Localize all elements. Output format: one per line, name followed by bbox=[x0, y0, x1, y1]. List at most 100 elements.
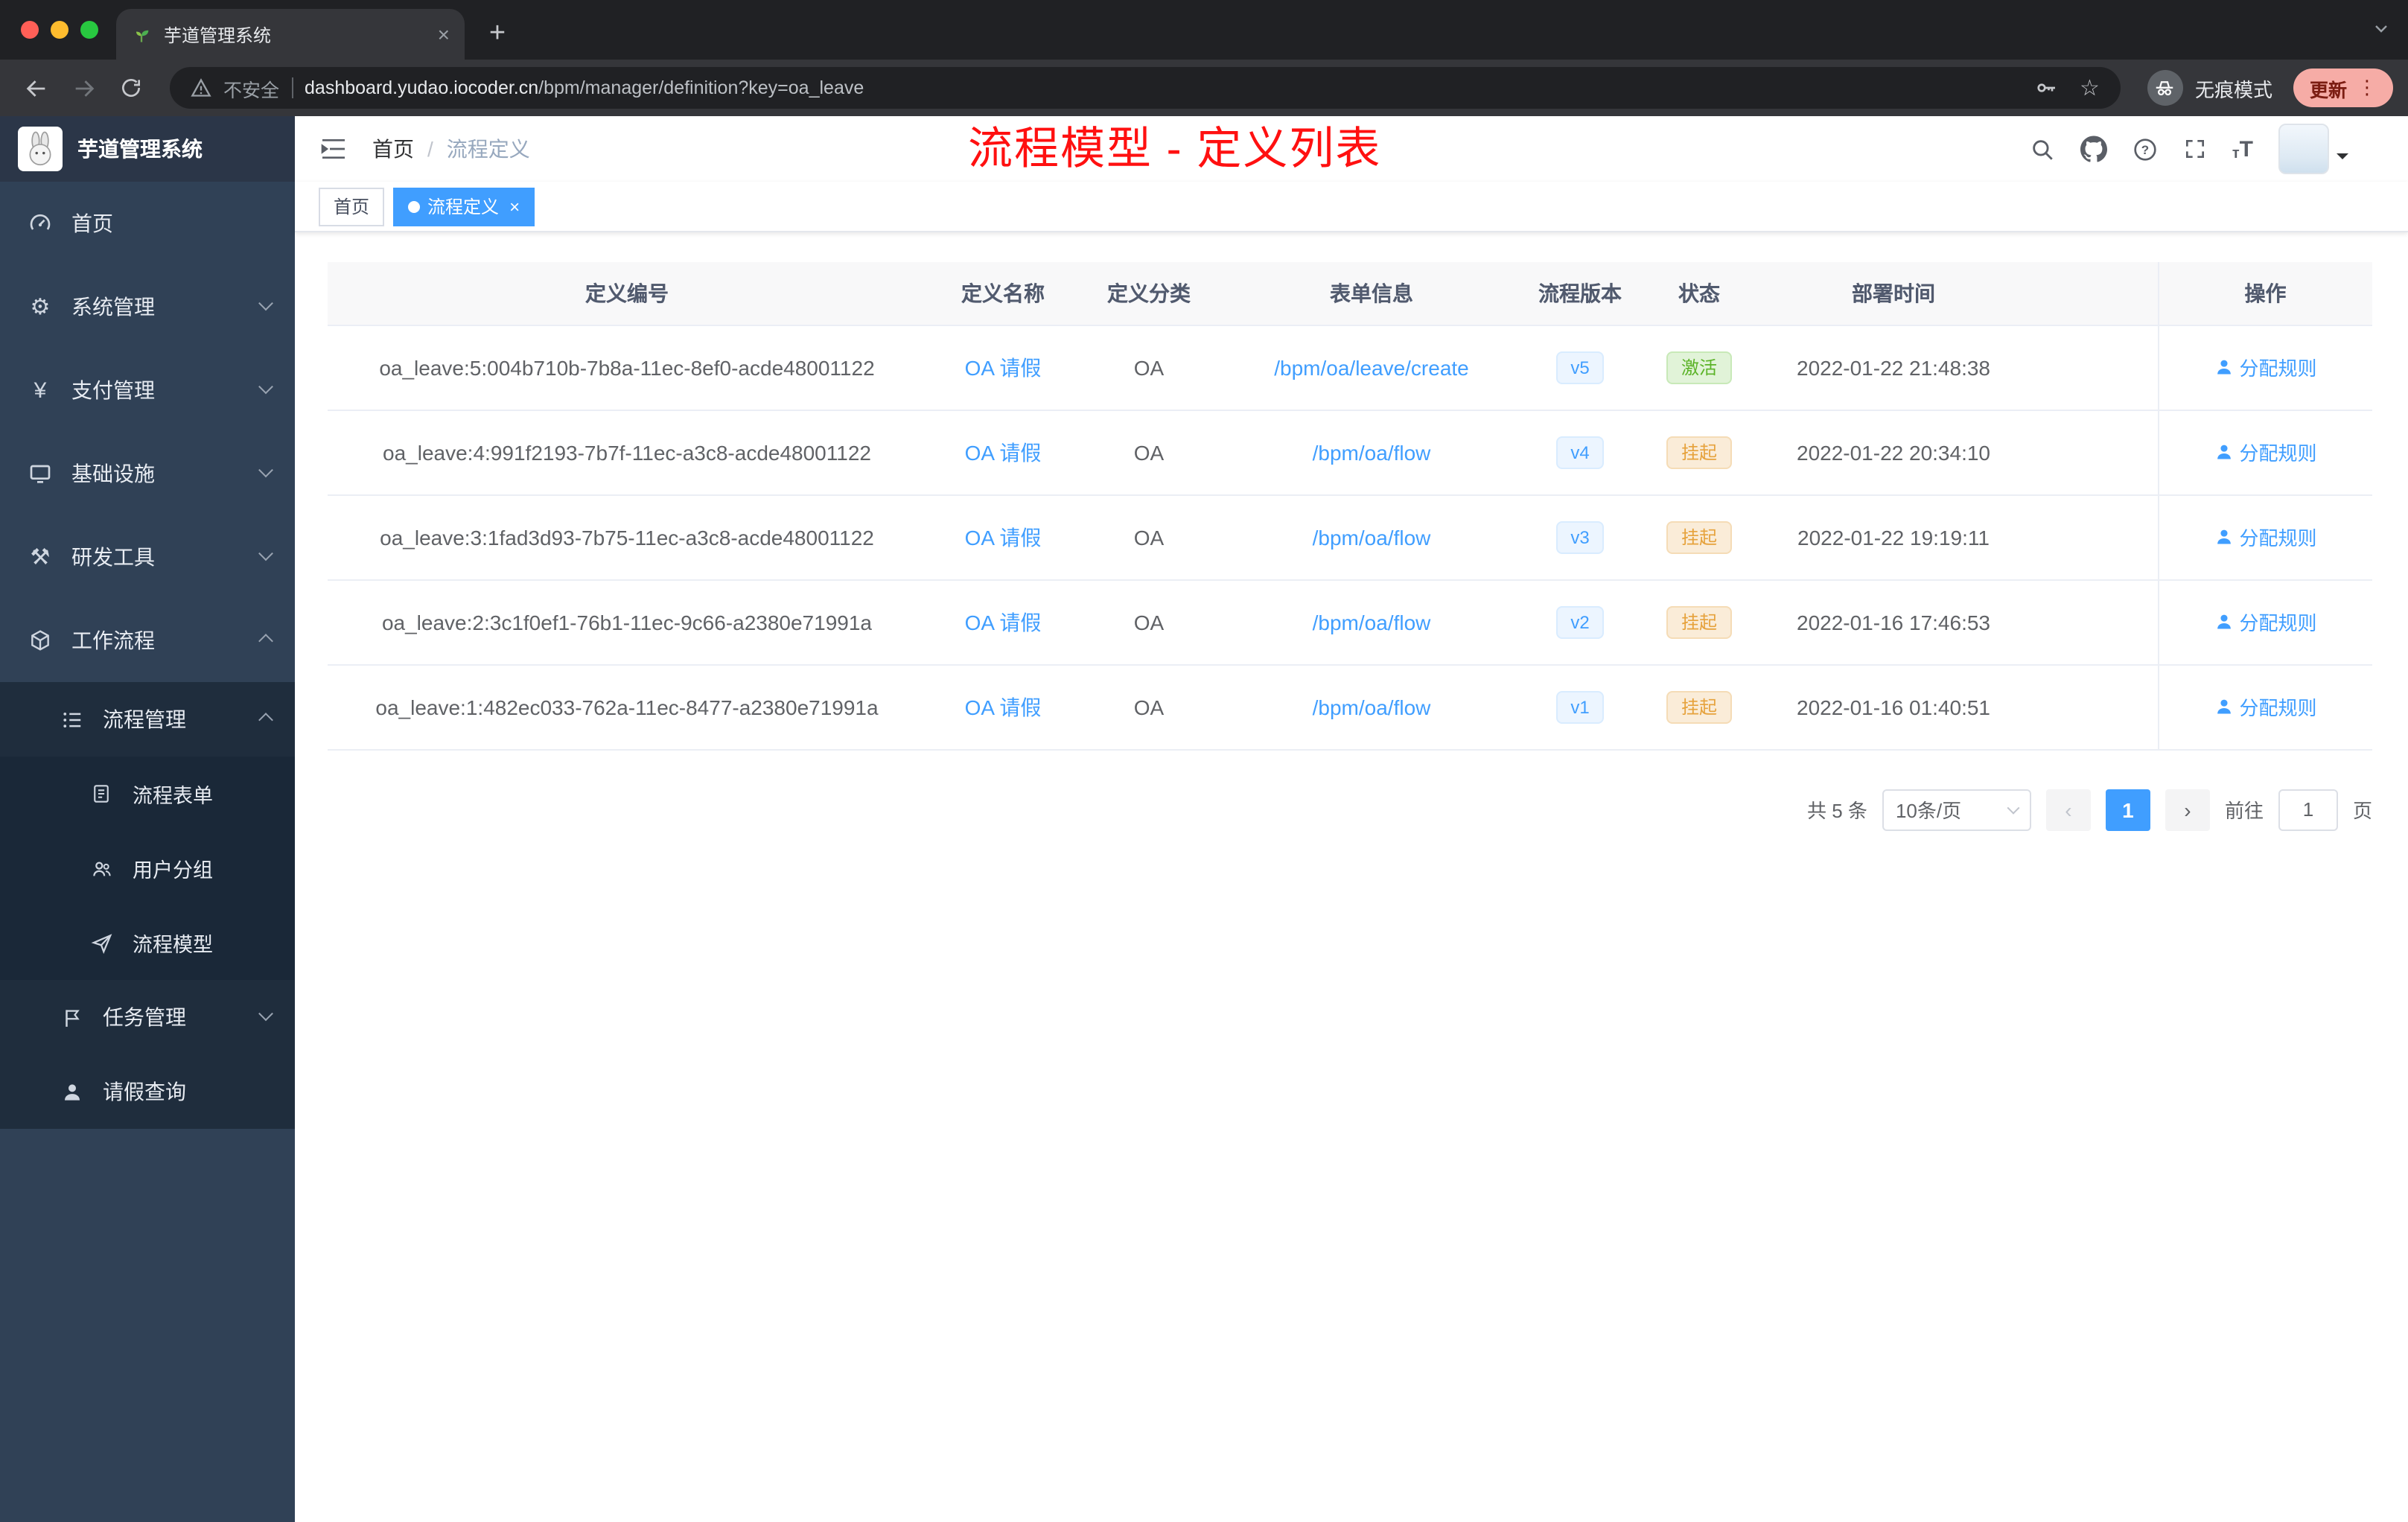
column-header-category: 定义分类 bbox=[1080, 262, 1218, 325]
font-size-icon[interactable]: тT bbox=[2232, 136, 2253, 162]
app-title: 芋道管理系统 bbox=[77, 137, 203, 161]
sidebar-logo[interactable]: 芋道管理系统 bbox=[0, 116, 295, 182]
user-menu[interactable] bbox=[2278, 124, 2348, 174]
tab-search-chevron-icon[interactable] bbox=[2372, 19, 2390, 37]
page-1-button[interactable]: 1 bbox=[2105, 789, 2150, 830]
sidebar-item-dev-tools[interactable]: ⚒ 研发工具 bbox=[0, 515, 295, 599]
form-link[interactable]: /bpm/oa/leave/create bbox=[1274, 355, 1469, 379]
avatar[interactable] bbox=[2278, 124, 2329, 174]
chrome-update-button[interactable]: 更新 ⋮ bbox=[2293, 69, 2393, 107]
password-key-icon[interactable] bbox=[2033, 76, 2057, 100]
sidebar-item-label: 任务管理 bbox=[103, 1005, 186, 1029]
sidebar-item-process-form[interactable]: 流程表单 bbox=[0, 757, 295, 831]
browser-tab[interactable]: 芋道管理系统 × bbox=[116, 9, 465, 60]
sidebar-item-process-model[interactable]: 流程模型 bbox=[0, 905, 295, 980]
tag-label: 首页 bbox=[334, 197, 370, 217]
cell-id: oa_leave:4:991f2193-7b7f-11ec-a3c8-acde4… bbox=[328, 410, 926, 495]
table-row: oa_leave:1:482ec033-762a-11ec-8477-a2380… bbox=[328, 664, 2372, 750]
column-header-deploy-time: 部署时间 bbox=[1763, 262, 2024, 325]
help-icon[interactable]: ? bbox=[2133, 136, 2158, 162]
definition-name-link[interactable]: OA 请假 bbox=[965, 610, 1042, 634]
svg-text:?: ? bbox=[2141, 142, 2149, 156]
form-link[interactable]: /bpm/oa/flow bbox=[1313, 610, 1431, 634]
tag-process-definition[interactable]: 流程定义 × bbox=[393, 187, 535, 226]
sidebar-item-infrastructure[interactable]: 基础设施 bbox=[0, 432, 295, 515]
app-shell: 芋道管理系统 首页 ⚙ 系统管理 ¥ 支付管理 基础设施 ⚒ 研发工具 工作流程… bbox=[0, 116, 2408, 1522]
list-icon bbox=[60, 707, 83, 731]
column-header-name: 定义名称 bbox=[926, 262, 1080, 325]
omnibox-actions: ☆ bbox=[2033, 74, 2100, 101]
user-group-icon bbox=[89, 856, 113, 880]
back-button[interactable] bbox=[15, 67, 57, 109]
github-icon[interactable] bbox=[2080, 136, 2107, 162]
column-header-id: 定义编号 bbox=[328, 262, 926, 325]
active-tag-dot bbox=[408, 200, 421, 212]
column-header-status: 状态 bbox=[1635, 262, 1763, 325]
sidebar-item-label: 工作流程 bbox=[71, 628, 155, 652]
assign-rule-button[interactable]: 分配规则 bbox=[2214, 353, 2317, 381]
sidebar-item-label: 支付管理 bbox=[71, 378, 155, 402]
sidebar-item-leave-query[interactable]: 请假查询 bbox=[0, 1054, 295, 1129]
column-header-form: 表单信息 bbox=[1218, 262, 1525, 325]
sidebar-item-process-management[interactable]: 流程管理 bbox=[0, 682, 295, 757]
window-close-button[interactable] bbox=[21, 21, 39, 39]
form-link[interactable]: /bpm/oa/flow bbox=[1313, 440, 1431, 464]
page-size-select[interactable]: 10条/页 bbox=[1882, 789, 2031, 830]
breadcrumb-home[interactable]: 首页 bbox=[372, 134, 414, 164]
forward-button[interactable] bbox=[63, 67, 104, 109]
sidebar-item-workflow[interactable]: 工作流程 bbox=[0, 599, 295, 682]
sidebar-item-task-management[interactable]: 任务管理 bbox=[0, 980, 295, 1054]
window-minimize-button[interactable] bbox=[51, 21, 69, 39]
hamburger-icon[interactable] bbox=[319, 134, 348, 164]
monitor-icon bbox=[28, 462, 52, 485]
tag-home[interactable]: 首页 bbox=[319, 187, 385, 226]
goto-page-input[interactable] bbox=[2278, 789, 2338, 830]
next-page-button[interactable]: › bbox=[2165, 789, 2210, 830]
fullscreen-icon[interactable] bbox=[2183, 137, 2207, 161]
search-icon[interactable] bbox=[2030, 136, 2055, 162]
cell-id: oa_leave:1:482ec033-762a-11ec-8477-a2380… bbox=[328, 664, 926, 750]
incognito-badge: 无痕模式 bbox=[2138, 70, 2287, 106]
tab-title: 芋道管理系统 bbox=[164, 25, 272, 45]
window-zoom-button[interactable] bbox=[80, 21, 98, 39]
goto-label: 前往 bbox=[2224, 800, 2264, 822]
assign-rule-button[interactable]: 分配规则 bbox=[2214, 523, 2317, 551]
prev-page-button[interactable]: ‹ bbox=[2045, 789, 2091, 830]
cell-category: OA bbox=[1080, 579, 1218, 665]
definition-name-link[interactable]: OA 请假 bbox=[965, 525, 1042, 549]
form-link[interactable]: /bpm/oa/flow bbox=[1313, 695, 1431, 719]
breadcrumb-current: 流程定义 bbox=[446, 137, 530, 161]
status-badge: 挂起 bbox=[1666, 436, 1732, 468]
reload-button[interactable] bbox=[110, 67, 152, 109]
tab-close-icon[interactable]: × bbox=[438, 24, 450, 45]
breadcrumb-separator: / bbox=[427, 137, 433, 161]
form-link[interactable]: /bpm/oa/flow bbox=[1313, 525, 1431, 549]
definition-name-link[interactable]: OA 请假 bbox=[965, 355, 1042, 379]
sidebar-item-label: 基础设施 bbox=[71, 462, 155, 485]
table-row: oa_leave:2:3c1f0ef1-76b1-11ec-9c66-a2380… bbox=[328, 579, 2372, 665]
sidebar-item-home[interactable]: 首页 bbox=[0, 182, 295, 265]
sidebar-item-system[interactable]: ⚙ 系统管理 bbox=[0, 265, 295, 348]
workflow-submenu: 流程管理 流程表单 用户分组 流程模型 任务管理 请假查询 bbox=[0, 682, 295, 1129]
table-row: oa_leave:4:991f2193-7b7f-11ec-a3c8-acde4… bbox=[328, 410, 2372, 495]
top-navbar: 首页 / 流程定义 流程模型 - 定义列表 ? т T bbox=[295, 116, 2408, 182]
sidebar-item-payment[interactable]: ¥ 支付管理 bbox=[0, 348, 295, 432]
definition-name-link[interactable]: OA 请假 bbox=[965, 440, 1042, 464]
sidebar-item-user-group[interactable]: 用户分组 bbox=[0, 831, 295, 905]
favicon-sprout-icon bbox=[131, 24, 152, 45]
chevron-down-icon bbox=[258, 378, 273, 394]
logo-avatar bbox=[18, 127, 63, 171]
assign-rule-button[interactable]: 分配规则 bbox=[2214, 608, 2317, 636]
definition-name-link[interactable]: OA 请假 bbox=[965, 695, 1042, 719]
tag-close-icon[interactable]: × bbox=[509, 197, 520, 215]
new-tab-button[interactable]: + bbox=[477, 13, 518, 55]
definition-table: 定义编号 定义名称 定义分类 表单信息 流程版本 状态 部署时间 操作 oa_l… bbox=[328, 262, 2372, 750]
browser-menu-dots-icon[interactable]: ⋮ bbox=[2357, 76, 2377, 100]
table-header-row: 定义编号 定义名称 定义分类 表单信息 流程版本 状态 部署时间 操作 bbox=[328, 262, 2372, 325]
assign-rule-button[interactable]: 分配规则 bbox=[2214, 438, 2317, 466]
address-bar[interactable]: 不安全 dashboard.yudao.iocoder.cn/bpm/manag… bbox=[170, 67, 2121, 109]
sidebar-item-label: 请假查询 bbox=[103, 1080, 186, 1104]
bookmark-star-icon[interactable]: ☆ bbox=[2080, 74, 2100, 101]
assign-rule-button[interactable]: 分配规则 bbox=[2214, 692, 2317, 721]
cell-spacer bbox=[2024, 494, 2158, 580]
